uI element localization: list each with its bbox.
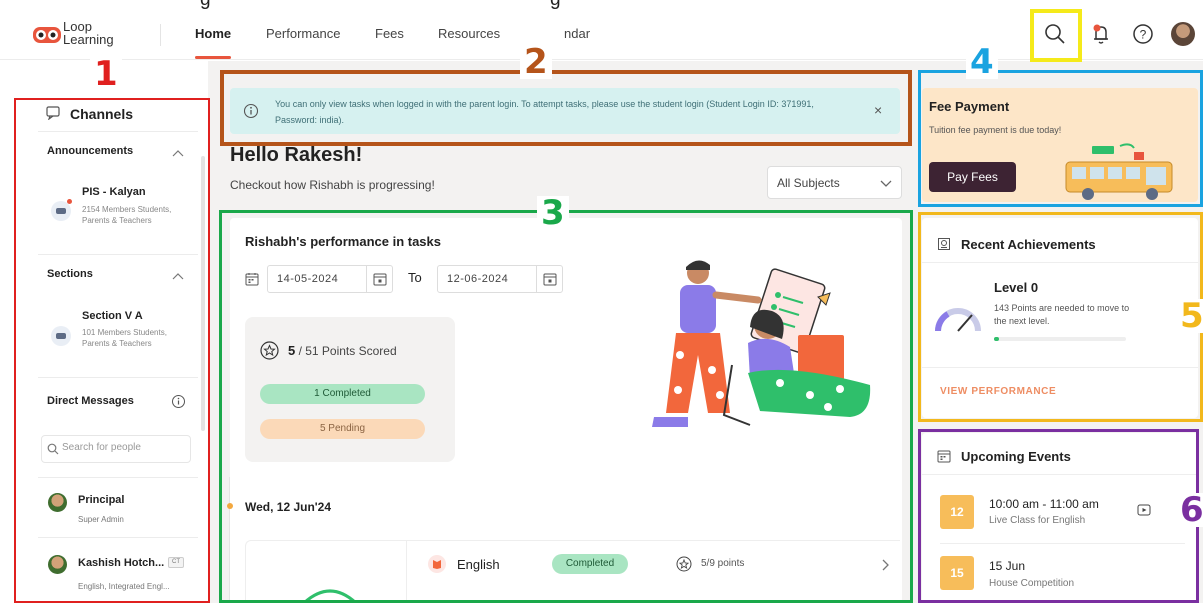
nav-fees[interactable]: Fees (375, 26, 404, 41)
nav-divider (160, 24, 161, 46)
nav-home[interactable]: Home (195, 26, 231, 41)
nav-calendar[interactable]: ndar (564, 26, 590, 41)
nav-resources[interactable]: Resources (438, 26, 500, 41)
chevron-down-icon (880, 180, 892, 187)
subject-filter-select[interactable]: All Subjects (767, 166, 902, 199)
bell-icon[interactable] (1088, 21, 1114, 47)
caption-strip: g g (0, 0, 1203, 10)
subject-filter-value: All Subjects (777, 176, 840, 190)
annotation-label-5: 5 (1178, 299, 1203, 333)
annotation-box-search (1030, 9, 1082, 62)
nav-active-indicator (195, 56, 231, 59)
page-subtitle: Checkout how Rishabh is progressing! (230, 178, 435, 192)
caption-text: g (200, 0, 211, 10)
page-title: Hello Rakesh! (230, 144, 363, 166)
top-navbar: Loop Learning Home Performance Fees Reso… (0, 10, 1203, 60)
annotation-box-2 (220, 70, 912, 146)
annotation-label-2: 2 (520, 45, 552, 79)
annotation-box-4 (918, 70, 1203, 207)
annotation-box-3 (219, 210, 913, 603)
annotation-box-5 (918, 212, 1203, 422)
brand-logo[interactable]: Loop Learning (33, 20, 133, 50)
help-icon[interactable]: ? (1130, 21, 1156, 47)
caption-text: g (550, 0, 561, 10)
owl-logo-icon (33, 27, 61, 43)
annotation-label-1: 1 (90, 57, 122, 91)
svg-text:?: ? (1140, 28, 1147, 42)
annotation-box-6 (918, 429, 1199, 603)
annotation-label-6: 6 (1178, 493, 1203, 527)
nav-performance[interactable]: Performance (266, 26, 340, 41)
brand-name: Loop Learning (63, 20, 114, 47)
annotation-label-4: 4 (966, 45, 998, 79)
annotation-label-3: 3 (537, 196, 569, 230)
annotation-box-1 (14, 98, 210, 603)
profile-avatar[interactable] (1171, 22, 1195, 46)
